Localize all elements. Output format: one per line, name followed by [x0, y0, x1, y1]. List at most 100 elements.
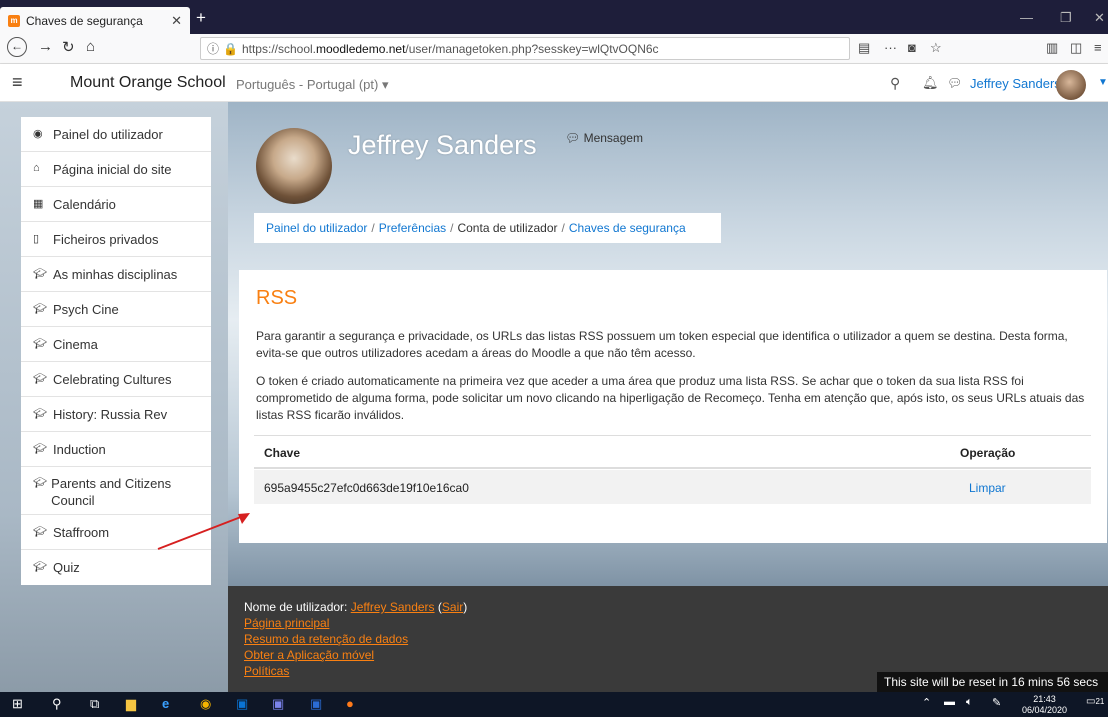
- drawer-item-label: Quiz: [53, 560, 80, 575]
- drawer-item-course[interactable]: 🎓︎ Cinema: [21, 327, 211, 362]
- drawer-item-calendar[interactable]: ▦ Calendário: [21, 187, 211, 222]
- info-icon[interactable]: ⓘ: [207, 40, 219, 57]
- search-icon[interactable]: ⚲: [52, 696, 62, 712]
- taskbar-clock[interactable]: 21:43 06/04/2020: [1022, 694, 1067, 716]
- library-icon[interactable]: ▥: [1046, 40, 1058, 56]
- breadcrumb: Painel do utilizador / Preferências / Conta …: [254, 213, 721, 243]
- drawer-item-course[interactable]: 🎓︎ Induction: [21, 432, 211, 467]
- graduation-cap-icon: 🎓︎: [33, 526, 47, 538]
- notification-center-icon[interactable]: ▭21: [1086, 696, 1104, 707]
- calendar-icon: ▦: [33, 198, 44, 210]
- browser-tab[interactable]: m Chaves de segurança ✕: [0, 7, 190, 34]
- drawer-item-course[interactable]: 🎓︎ History: Russia Rev: [21, 397, 211, 432]
- drawer-item-label: Cinema: [53, 337, 98, 352]
- drawer-item-private-files[interactable]: ▯ Ficheiros privados: [21, 222, 211, 257]
- graduation-cap-icon: 🎓︎: [33, 303, 47, 315]
- pen-icon[interactable]: ✎: [992, 696, 1001, 709]
- breadcrumb-item: Conta de utilizador: [457, 221, 558, 235]
- moodle-favicon: m: [8, 14, 20, 27]
- close-tab-icon[interactable]: ✕: [171, 13, 182, 29]
- file-explorer-icon[interactable]: ▆: [126, 696, 136, 712]
- notification-bell-icon[interactable]: 🔔︎: [922, 75, 939, 91]
- url-prefix: https://school.: [241, 41, 317, 56]
- drawer-item-label: Induction: [53, 442, 106, 457]
- graduation-cap-icon: 🎓︎: [33, 561, 47, 573]
- footer-user-link[interactable]: Jeffrey Sanders: [351, 600, 435, 614]
- reset-notice: This site will be reset in 16 mins 56 se…: [877, 672, 1108, 692]
- messages-icon[interactable]: 💬︎: [947, 76, 962, 90]
- chevron-down-icon[interactable]: ▼: [1098, 77, 1108, 88]
- chrome-icon[interactable]: ◉: [200, 696, 211, 712]
- home-icon: ⌂: [33, 162, 40, 174]
- drawer-item-label: History: Russia Rev: [53, 407, 168, 422]
- url-domain: moodledemo.net: [316, 41, 406, 56]
- drawer-item-course[interactable]: 🎓︎ Psych Cine: [21, 292, 211, 327]
- user-avatar[interactable]: [1056, 70, 1086, 100]
- breadcrumb-separator: /: [561, 221, 565, 235]
- info-paragraph: O token é criado automaticamente na prim…: [256, 374, 1085, 422]
- graduation-cap-icon: 🎓︎: [33, 477, 47, 489]
- user-menu-name[interactable]: Jeffrey Sanders: [970, 76, 1061, 91]
- footer-user-info: Nome de utilizador: Jeffrey Sanders (Sai…: [244, 600, 468, 614]
- pocket-icon[interactable]: ◙: [908, 40, 916, 55]
- home-icon[interactable]: ⌂: [86, 38, 95, 55]
- drawer-item-site-home[interactable]: ⌂ Página inicial do site: [21, 152, 211, 187]
- info-paragraph: Para garantir a segurança e privacidade,…: [256, 329, 1068, 360]
- reader-view-icon[interactable]: ▤: [858, 40, 870, 56]
- breadcrumb-item[interactable]: Chaves de segurança: [569, 221, 686, 235]
- sidebar-icon[interactable]: ◫: [1070, 40, 1082, 56]
- graduation-cap-icon: 🎓︎: [33, 408, 47, 420]
- windows-start-icon[interactable]: ⊞: [12, 696, 23, 712]
- drawer-item-label: As minhas disciplinas: [53, 267, 178, 282]
- word-icon[interactable]: ▣: [310, 696, 322, 712]
- page-title: RSS: [256, 287, 298, 309]
- drawer-item-my-courses[interactable]: 🎓︎ As minhas disciplinas: [21, 257, 211, 292]
- drawer-item-label: Painel do utilizador: [53, 127, 163, 142]
- reload-icon[interactable]: ↻: [62, 38, 75, 56]
- firefox-icon[interactable]: ●: [346, 696, 354, 711]
- menu-icon[interactable]: ≡: [1094, 40, 1102, 55]
- restore-icon[interactable]: ❐: [1060, 10, 1072, 26]
- bookmark-star-icon[interactable]: ☆: [930, 40, 942, 56]
- chevron-up-icon[interactable]: ⌃: [922, 696, 931, 709]
- breadcrumb-item[interactable]: Painel do utilizador: [266, 221, 367, 235]
- edge-icon[interactable]: e: [162, 696, 169, 711]
- lock-icon: 🔒: [223, 41, 238, 56]
- language-selector[interactable]: Português - Portugal (pt) ▾: [236, 77, 388, 93]
- outlook-icon[interactable]: ▣: [236, 696, 248, 712]
- reset-token-link[interactable]: Limpar: [969, 481, 1006, 495]
- volume-icon[interactable]: 🔈︎: [966, 696, 973, 709]
- footer-link-data-retention[interactable]: Resumo da retenção de dados: [244, 632, 408, 646]
- task-view-icon[interactable]: ⧉: [90, 696, 99, 712]
- close-window-icon[interactable]: ✕: [1094, 10, 1105, 26]
- site-name[interactable]: Mount Orange School: [70, 74, 226, 92]
- drawer-item-dashboard[interactable]: ◉ Painel do utilizador: [21, 117, 211, 152]
- drawer-item-label: Celebrating Cultures: [53, 372, 172, 387]
- message-icon: 💬︎: [565, 131, 581, 145]
- logout-link[interactable]: Sair: [442, 600, 463, 614]
- teams-icon[interactable]: ▣: [272, 696, 284, 712]
- drawer-item-course[interactable]: 🎓︎ Quiz: [21, 550, 211, 585]
- graduation-cap-icon: 🎓︎: [33, 443, 47, 455]
- new-tab-icon[interactable]: +: [196, 8, 206, 28]
- graduation-cap-icon: 🎓︎: [33, 338, 47, 350]
- breadcrumb-item[interactable]: Preferências: [379, 221, 446, 235]
- drawer-item-course[interactable]: 🎓︎ Celebrating Cultures: [21, 362, 211, 397]
- minimize-icon[interactable]: —: [1020, 10, 1033, 25]
- back-icon[interactable]: ←: [7, 37, 27, 57]
- hamburger-menu-icon[interactable]: ≡: [12, 72, 23, 93]
- profile-name: Jeffrey Sanders: [348, 130, 537, 160]
- column-header-key: Chave: [264, 446, 301, 460]
- drawer-item-label: Psych Cine: [53, 302, 119, 317]
- forward-icon[interactable]: →: [38, 38, 53, 55]
- search-icon[interactable]: ⚲: [890, 75, 900, 92]
- network-icon[interactable]: ▬: [944, 696, 955, 708]
- url-bar[interactable]: ⓘ 🔒 https://school. moodledemo.net/user/m…: [200, 37, 850, 60]
- message-button[interactable]: 💬︎ Mensagem: [565, 131, 643, 145]
- footer-link-mobile-app[interactable]: Obter a Aplicação móvel: [244, 648, 374, 662]
- dashboard-icon: ◉: [33, 128, 43, 140]
- footer-link-home[interactable]: Página principal: [244, 616, 329, 630]
- url-path: /user/managetoken.php?sesskey=wlQtvOQN6c: [405, 41, 659, 56]
- more-actions-icon[interactable]: ···: [884, 40, 897, 55]
- footer-link-policies[interactable]: Políticas: [244, 664, 289, 678]
